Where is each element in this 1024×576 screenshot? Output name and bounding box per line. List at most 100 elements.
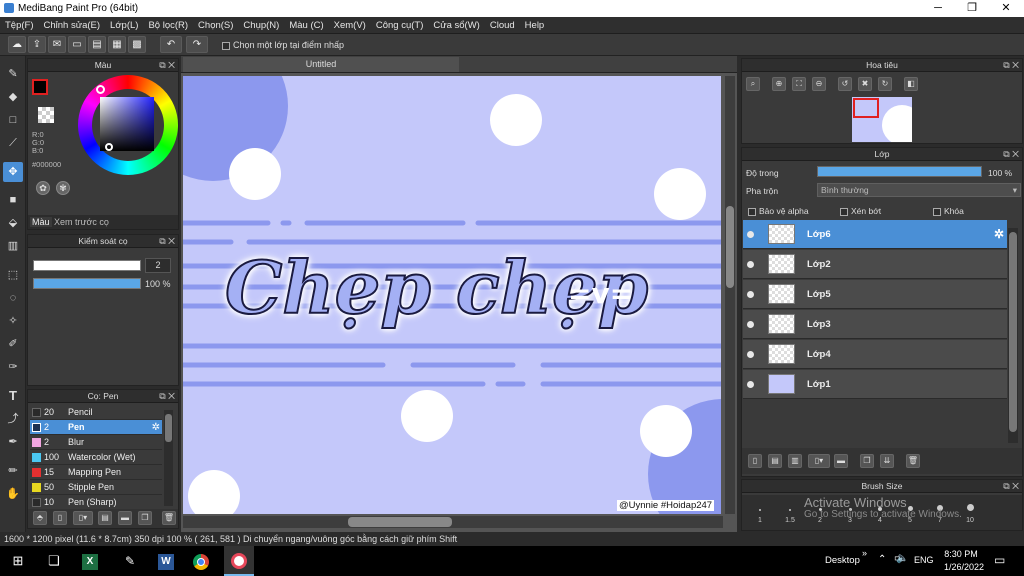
page-icon[interactable]: ▤ xyxy=(88,36,106,53)
brush-tool-icon[interactable]: ✎ xyxy=(3,64,23,84)
windows-start-icon[interactable]: ⊞ xyxy=(8,551,28,571)
color-wheel[interactable] xyxy=(78,75,178,175)
new-brush-icon[interactable]: ▯ xyxy=(53,511,67,525)
layer-scrollbar[interactable] xyxy=(1008,228,1018,443)
canvas-horizontal-scrollbar[interactable] xyxy=(183,516,723,528)
upload-icon[interactable]: ⇪ xyxy=(28,36,46,53)
palette-settings-icon[interactable]: ✾ xyxy=(56,181,70,195)
apps-icon[interactable]: ▩ xyxy=(128,36,146,53)
select-tool-icon[interactable]: ⬚ xyxy=(3,265,23,285)
select-layer-option[interactable]: Chọn một lớp tại điểm nhấp xyxy=(222,40,344,50)
brush-settings-icon[interactable]: ▤ xyxy=(98,511,112,525)
merge-layer-icon[interactable]: ⇊ xyxy=(880,454,894,468)
close-button[interactable]: ✕ xyxy=(989,0,1023,17)
desktop-toolbar[interactable]: Desktop xyxy=(825,555,860,566)
flip-icon[interactable]: ◧ xyxy=(904,77,918,91)
menu-snap[interactable]: Chụp(N) xyxy=(238,17,284,34)
layer-folder-icon[interactable]: ▬ xyxy=(834,454,848,468)
palette-icon[interactable]: ✿ xyxy=(36,181,50,195)
rectangle-tool-icon[interactable]: □ xyxy=(3,110,23,130)
menu-color[interactable]: Màu (C) xyxy=(284,17,328,34)
blend-mode-select[interactable]: Bình thường ▾ xyxy=(817,183,1021,197)
color-handle[interactable] xyxy=(105,143,113,151)
lock-checkbox[interactable] xyxy=(933,207,941,216)
reset-view-icon[interactable]: ✖ xyxy=(858,77,872,91)
layer-opacity-slider[interactable] xyxy=(817,166,982,177)
cloud-icon[interactable]: ☁ xyxy=(8,36,26,53)
menu-view[interactable]: Xem(V) xyxy=(329,17,371,34)
menu-edit[interactable]: Chỉnh sửa(E) xyxy=(39,17,106,34)
eyedropper-tool-icon[interactable]: ✒ xyxy=(3,432,23,452)
bucket-tool-icon[interactable]: ⬙ xyxy=(3,213,23,233)
fill-rect-tool-icon[interactable]: ■ xyxy=(3,190,23,210)
panel-float-close-icon[interactable]: ⧉ ✕ xyxy=(159,235,175,248)
excel-icon[interactable]: X xyxy=(82,554,98,570)
word-icon[interactable]: W xyxy=(158,554,174,570)
text-tool-icon[interactable]: T xyxy=(3,386,23,406)
duplicate-icon[interactable]: ❐ xyxy=(138,511,152,525)
speaker-icon[interactable]: 🔈 xyxy=(896,553,908,564)
brush-add-dropdown-icon[interactable]: ▯▾ xyxy=(73,511,93,525)
gear-icon[interactable]: ✲ xyxy=(994,227,1004,241)
layer-row-layer4[interactable]: Lớp4 xyxy=(743,340,1007,369)
layer-row-layer2[interactable]: Lớp2 xyxy=(743,250,1007,279)
rotate-left-icon[interactable]: ↺ xyxy=(838,77,852,91)
pen-tool-icon[interactable]: ✏ xyxy=(3,461,23,481)
menu-layer[interactable]: Lớp(L) xyxy=(105,17,143,34)
clock[interactable]: 8:30 PM 1/26/2022 xyxy=(944,549,984,572)
brush-item-blur[interactable]: 2 Blur xyxy=(30,435,162,450)
alpha-protect-checkbox[interactable] xyxy=(748,207,756,216)
select-pen-tool-icon[interactable]: ✐ xyxy=(3,334,23,354)
tablet-icon[interactable]: ▭ xyxy=(68,36,86,53)
zoom-out-icon[interactable]: ⊖ xyxy=(812,77,826,91)
hand-tool-icon[interactable]: ✋ xyxy=(3,484,23,504)
zoom-in-icon[interactable]: ⊕ xyxy=(772,77,786,91)
panel-float-close-icon[interactable]: ⧉ ✕ xyxy=(1003,148,1019,161)
document-tab[interactable]: Untitled xyxy=(183,57,459,72)
eye-icon[interactable] xyxy=(747,351,754,358)
brush-item-pen-sharp[interactable]: 10 Pen (Sharp) xyxy=(30,495,162,510)
zoom-fit-icon[interactable]: ⌕ xyxy=(746,77,760,91)
clip-option[interactable]: Xén bớt xyxy=(840,206,881,216)
canvas-document[interactable]: Chẹp chẹp =v= @Uynnie #Hoidap247 xyxy=(183,76,721,514)
new-halftone-layer-icon[interactable]: ▤ xyxy=(768,454,782,468)
magic-wand-tool-icon[interactable]: ✧ xyxy=(3,311,23,331)
chevron-right-icon[interactable]: » xyxy=(862,548,867,558)
brush-item-stipple-pen[interactable]: 50 Stipple Pen xyxy=(30,480,162,495)
lock-option[interactable]: Khóa xyxy=(933,206,964,216)
layer-row-layer6[interactable]: Lớp6 ✲ xyxy=(743,220,1007,249)
grid-icon[interactable]: ▦ xyxy=(108,36,126,53)
brush-size-value[interactable]: 2 xyxy=(145,258,171,273)
panel-float-close-icon[interactable]: ⧉ ✕ xyxy=(1003,59,1019,72)
brush-item-pen[interactable]: 2 Pen ✲ xyxy=(30,420,162,435)
hue-handle[interactable] xyxy=(96,85,105,94)
size-preset[interactable]: 1 xyxy=(746,495,774,530)
brush-size-slider[interactable] xyxy=(33,260,141,271)
panel-float-close-icon[interactable]: ⧉ ✕ xyxy=(159,59,175,72)
operation-tool-icon[interactable]: ⤴ xyxy=(3,409,23,429)
size-preset[interactable]: 1.5 xyxy=(776,495,804,530)
eye-icon[interactable] xyxy=(747,261,754,268)
duplicate-layer-icon[interactable]: ❐ xyxy=(860,454,874,468)
background-color-swatch[interactable] xyxy=(38,107,54,123)
rotate-right-icon[interactable]: ↻ xyxy=(878,77,892,91)
delete-layer-icon[interactable]: 🗑 xyxy=(906,454,920,468)
alpha-protect-option[interactable]: Bảo vệ alpha xyxy=(748,206,809,216)
navigator-thumbnail[interactable] xyxy=(852,97,912,142)
menu-file[interactable]: Tệp(F) xyxy=(0,17,39,34)
menu-help[interactable]: Help xyxy=(520,17,550,34)
menu-cloud[interactable]: Cloud xyxy=(485,17,520,34)
chrome-icon[interactable] xyxy=(193,554,209,570)
clip-checkbox[interactable] xyxy=(840,207,848,216)
eye-icon[interactable] xyxy=(747,321,754,328)
eye-icon[interactable] xyxy=(747,381,754,388)
folder-icon[interactable]: ▬ xyxy=(118,511,132,525)
task-view-icon[interactable]: ❏ xyxy=(44,551,64,571)
pen-app-icon[interactable]: ✎ xyxy=(120,551,140,571)
menu-filter[interactable]: Bộ lọc(R) xyxy=(143,17,193,34)
eye-icon[interactable] xyxy=(747,291,754,298)
menu-tools[interactable]: Công cụ(T) xyxy=(371,17,429,34)
viewport-rect[interactable] xyxy=(853,98,879,118)
eye-icon[interactable] xyxy=(747,231,754,238)
language-indicator[interactable]: ENG xyxy=(914,555,934,565)
